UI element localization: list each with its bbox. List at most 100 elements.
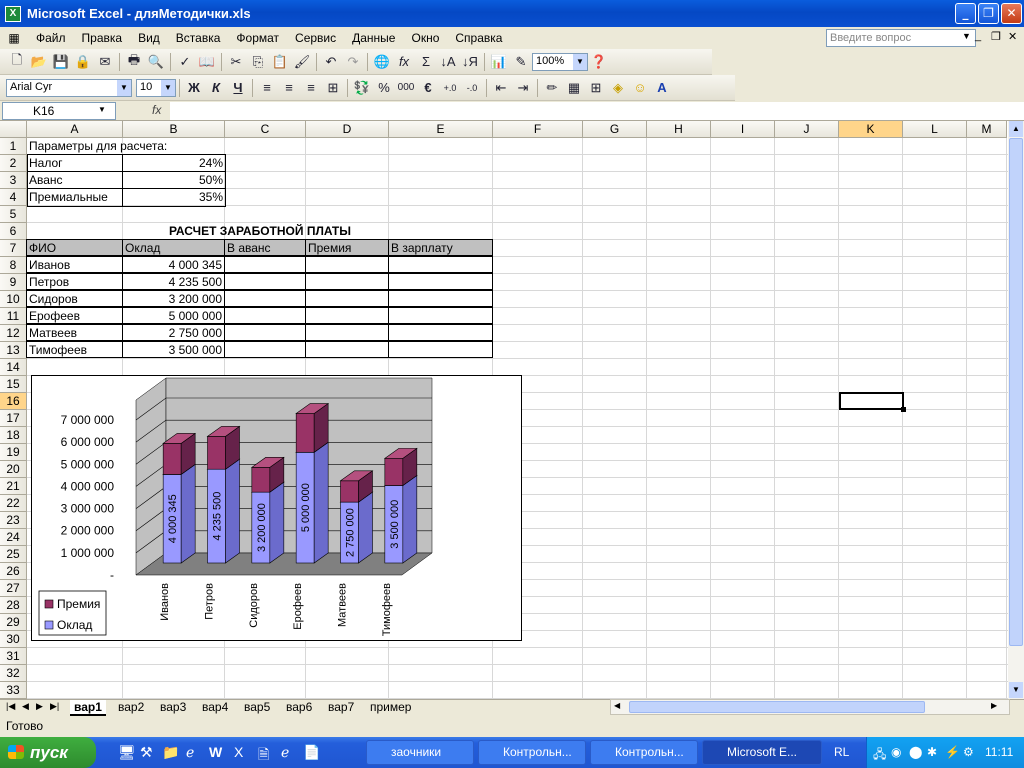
- paste-icon[interactable]: 📋: [269, 52, 291, 72]
- empty-calc-cell[interactable]: [224, 290, 306, 307]
- tray-app-icon[interactable]: ✱: [927, 745, 937, 759]
- employee-name-cell[interactable]: Петров: [26, 273, 123, 290]
- bold-button[interactable]: Ж: [183, 78, 205, 98]
- row-header-27[interactable]: 27: [0, 580, 27, 597]
- print-preview-icon[interactable]: 🔍: [145, 52, 167, 72]
- taskbar-item-excel[interactable]: Microsoft E...: [702, 740, 822, 765]
- row-header-24[interactable]: 24: [0, 529, 27, 546]
- quicklaunch-folder-icon[interactable]: 📁: [162, 744, 179, 761]
- taskbar-item-folder[interactable]: заочники: [366, 740, 474, 765]
- row-header-6[interactable]: 6: [0, 223, 27, 240]
- empty-calc-cell[interactable]: [305, 341, 389, 358]
- empty-calc-cell[interactable]: [224, 341, 306, 358]
- decrease-indent-icon[interactable]: ⇤: [490, 78, 512, 98]
- row-header-33[interactable]: 33: [0, 682, 27, 699]
- increase-decimal-icon[interactable]: +.0: [439, 78, 461, 98]
- row-header-9[interactable]: 9: [0, 274, 27, 291]
- empty-calc-cell[interactable]: [388, 307, 493, 324]
- quicklaunch-ie-icon[interactable]: ℯ: [186, 744, 194, 761]
- row-header-23[interactable]: 23: [0, 512, 27, 529]
- taskbar-item-control2[interactable]: Контрольн...: [590, 740, 698, 765]
- empty-calc-cell[interactable]: [388, 256, 493, 273]
- row-header-17[interactable]: 17: [0, 410, 27, 427]
- row-header-7[interactable]: 7: [0, 240, 27, 257]
- italic-button[interactable]: К: [205, 78, 227, 98]
- row-header-30[interactable]: 30: [0, 631, 27, 648]
- header-cell-2[interactable]: В аванс: [224, 239, 306, 256]
- quicklaunch-desktop-icon[interactable]: 🖥: [118, 744, 136, 761]
- smiley-icon[interactable]: ☺: [629, 78, 651, 98]
- pen-icon[interactable]: ✏: [541, 78, 563, 98]
- help-icon[interactable]: ❓: [588, 52, 610, 72]
- redo-icon[interactable]: ↷: [342, 52, 364, 72]
- fill-color-icon[interactable]: ◈: [607, 78, 629, 98]
- header-cell-4[interactable]: В зарплату: [388, 239, 493, 256]
- print-icon[interactable]: 🖶: [123, 52, 145, 72]
- scroll-right-icon[interactable]: ▶: [991, 701, 997, 710]
- border-draw-icon[interactable]: ▦: [563, 78, 585, 98]
- sheet-tab-var7[interactable]: вар7: [324, 700, 358, 716]
- workbook-icon[interactable]: ▦: [0, 31, 28, 45]
- row-header-5[interactable]: 5: [0, 206, 27, 223]
- vertical-scrollbar[interactable]: ▲ ▼: [1008, 121, 1024, 699]
- empty-calc-cell[interactable]: [224, 273, 306, 290]
- start-button[interactable]: пуск: [0, 737, 96, 768]
- copy-icon[interactable]: ⎘: [247, 52, 269, 72]
- row-header-31[interactable]: 31: [0, 648, 27, 665]
- autosum-icon[interactable]: Σ: [415, 52, 437, 72]
- column-header-a[interactable]: A: [27, 121, 123, 138]
- column-header-h[interactable]: H: [647, 121, 711, 138]
- sheet-tab-var5[interactable]: вар5: [240, 700, 274, 716]
- quicklaunch-word-icon[interactable]: W: [209, 744, 222, 760]
- email-icon[interactable]: ✉: [94, 52, 116, 72]
- quicklaunch-browser-icon[interactable]: ℯ: [281, 744, 289, 761]
- menu-view[interactable]: Вид: [130, 31, 168, 45]
- row-header-15[interactable]: 15: [0, 376, 27, 393]
- tray-tool-icon[interactable]: ⚙: [963, 745, 974, 759]
- header-cell-0[interactable]: ФИО: [26, 239, 123, 256]
- row-header-10[interactable]: 10: [0, 291, 27, 308]
- close-button[interactable]: ✕: [1001, 3, 1022, 24]
- column-header-m[interactable]: M: [967, 121, 1007, 138]
- first-sheet-icon[interactable]: |◀: [6, 701, 15, 712]
- cut-icon[interactable]: ✂: [225, 52, 247, 72]
- empty-calc-cell[interactable]: [305, 307, 389, 324]
- euro-button[interactable]: €: [417, 78, 439, 98]
- empty-calc-cell[interactable]: [388, 290, 493, 307]
- column-header-b[interactable]: B: [123, 121, 225, 138]
- empty-calc-cell[interactable]: [224, 256, 306, 273]
- sheet-tab-var4[interactable]: вар4: [198, 700, 232, 716]
- menu-data[interactable]: Данные: [344, 31, 403, 45]
- menu-edit[interactable]: Правка: [74, 31, 131, 45]
- menu-tools[interactable]: Сервис: [287, 31, 344, 45]
- font-name-select[interactable]: Arial Cyr ▼: [6, 78, 132, 97]
- align-center-icon[interactable]: ≡: [278, 78, 300, 98]
- taskbar-item-control1[interactable]: Контрольн...: [478, 740, 586, 765]
- row-header-16[interactable]: 16: [0, 393, 27, 410]
- row-header-19[interactable]: 19: [0, 444, 27, 461]
- column-header-d[interactable]: D: [306, 121, 389, 138]
- doc-close-icon[interactable]: ✕: [1008, 30, 1017, 43]
- sheet-tab-var6[interactable]: вар6: [282, 700, 316, 716]
- row-header-13[interactable]: 13: [0, 342, 27, 359]
- percent-button[interactable]: %: [373, 78, 395, 98]
- quicklaunch-doc-icon[interactable]: 🗎: [258, 744, 269, 768]
- next-sheet-icon[interactable]: ▶: [36, 701, 43, 712]
- employee-salary-cell[interactable]: 2 750 000: [122, 324, 225, 341]
- row-header-28[interactable]: 28: [0, 597, 27, 614]
- open-icon[interactable]: 📂: [28, 52, 50, 72]
- permission-icon[interactable]: 🔒: [72, 52, 94, 72]
- header-cell-3[interactable]: Премия: [305, 239, 389, 256]
- decrease-decimal-icon[interactable]: -.0: [461, 78, 483, 98]
- column-header-k[interactable]: K: [839, 121, 903, 138]
- empty-calc-cell[interactable]: [305, 290, 389, 307]
- empty-calc-cell[interactable]: [305, 256, 389, 273]
- chart-wizard-icon[interactable]: 📊: [488, 52, 510, 72]
- sheet-tab-var1[interactable]: вар1: [70, 700, 106, 716]
- scroll-down-icon[interactable]: ▼: [1009, 682, 1023, 698]
- font-size-select[interactable]: 10 ▼: [136, 78, 176, 97]
- help-question-input[interactable]: Введите вопрос: [826, 29, 976, 47]
- save-icon[interactable]: 💾: [50, 52, 72, 72]
- new-icon[interactable]: 🗋: [6, 52, 28, 72]
- employee-salary-cell[interactable]: 4 235 500: [122, 273, 225, 290]
